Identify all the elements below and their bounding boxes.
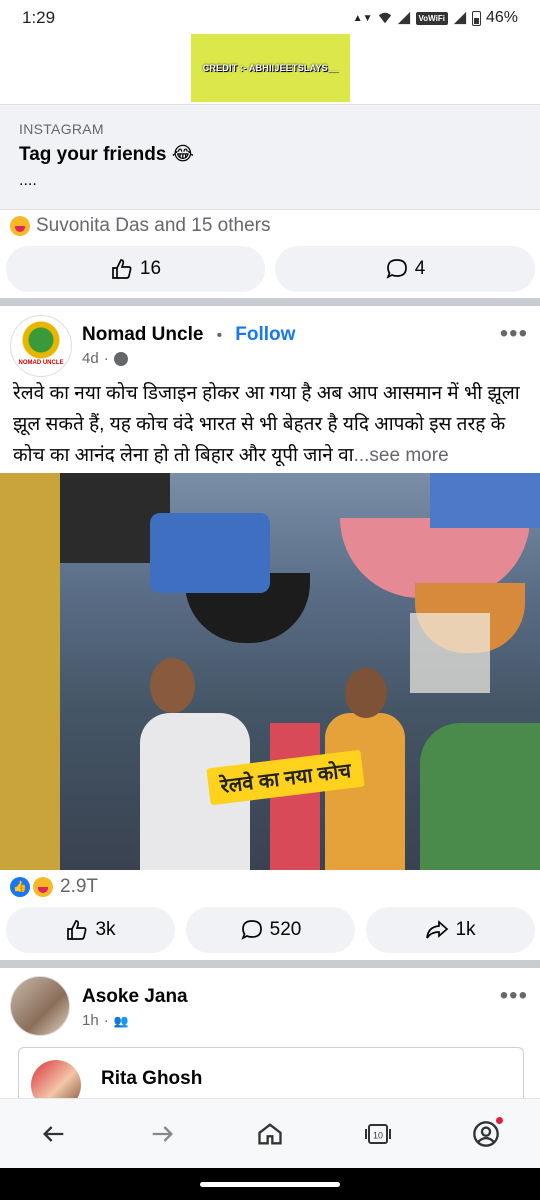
link-preview[interactable]: INSTAGRAM Tag your friends 😂 .... [0, 104, 540, 210]
more-options-icon[interactable]: ••• [500, 320, 528, 348]
follow-button[interactable]: Follow [235, 324, 295, 345]
globe-icon [113, 351, 128, 366]
post-divider [0, 298, 540, 306]
account-button[interactable] [461, 1109, 511, 1159]
photo-shape [420, 723, 540, 870]
home-button[interactable] [245, 1109, 295, 1159]
see-more-link[interactable]: ...see more [354, 445, 449, 466]
haha-reaction-icon [33, 877, 53, 897]
system-nav-bar [0, 1168, 540, 1200]
post-image-top[interactable]: CREDIT :- ABHIIJEETSLAYS__ [0, 34, 540, 104]
reaction-count: 2.9T [60, 876, 99, 897]
status-icons: ▲▼ VoWiFi 46% [353, 9, 518, 27]
thumbs-up-icon [112, 259, 132, 279]
home-icon [258, 1122, 282, 1144]
author-line: Nomad Uncle • Follow [82, 324, 295, 346]
forward-arrow-icon [152, 1125, 173, 1142]
haha-reaction-icon [10, 216, 30, 236]
credit-banner: CREDIT :- ABHIIJEETSLAYS__ [191, 34, 350, 102]
share-button[interactable]: 1k [366, 907, 535, 953]
like-count-2: 3k [95, 919, 116, 940]
battery-icon [471, 10, 481, 26]
wifi-icon [378, 12, 391, 24]
share-count: 1k [455, 919, 476, 940]
avatar[interactable]: NOMAD UNCLE [10, 315, 72, 377]
like-button[interactable]: 16 [6, 246, 265, 292]
photo-shape [325, 713, 405, 870]
notification-dot [496, 1116, 503, 1124]
vowifi-badge: VoWiFi [415, 11, 448, 25]
back-arrow-icon [43, 1125, 64, 1142]
data-arrows-icon: ▲▼ [352, 12, 373, 24]
battery-percent: 46% [485, 9, 518, 26]
comment-icon [241, 920, 262, 940]
reaction-summary[interactable]: Suvonita Das and 15 others [10, 212, 271, 240]
account-icon [473, 1120, 499, 1147]
photo-shape [430, 473, 540, 528]
link-description: .... [19, 172, 37, 189]
separator-dot: • [216, 327, 222, 344]
forward-button[interactable] [137, 1109, 187, 1159]
link-source: INSTAGRAM [19, 121, 104, 137]
post-meta: 4d · [82, 350, 128, 367]
avatar-label: NOMAD UNCLE [18, 360, 64, 366]
post-time-3[interactable]: 1h [82, 1012, 99, 1029]
back-button[interactable] [29, 1109, 79, 1159]
status-time: 1:29 [22, 8, 56, 27]
status-bar: 1:29 ▲▼ VoWiFi 46% [0, 0, 540, 36]
photo-shape [345, 668, 387, 718]
share-icon [426, 920, 449, 939]
tabs-button[interactable]: 10 [353, 1109, 403, 1159]
photo-shape [410, 613, 490, 693]
avatar[interactable] [10, 976, 70, 1036]
post-divider [0, 960, 540, 968]
photo-shape [150, 658, 195, 713]
comment-icon [386, 259, 407, 279]
comment-button[interactable]: 4 [275, 246, 535, 292]
post-meta-3: 1h · 👥 [82, 1012, 129, 1029]
comment-count: 4 [414, 258, 426, 279]
comment-count-2: 520 [269, 919, 302, 940]
like-count: 16 [139, 258, 162, 279]
author-name[interactable]: Nomad Uncle [82, 324, 203, 345]
friends-icon: 👥 [113, 1013, 129, 1028]
home-gesture-pill[interactable] [200, 1182, 340, 1187]
post-header: NOMAD UNCLE Nomad Uncle • Follow 4d · ••… [0, 312, 540, 382]
like-button-2[interactable]: 3k [6, 907, 175, 953]
signal-icon [397, 11, 410, 25]
shared-author-name[interactable]: Rita Ghosh [101, 1068, 202, 1090]
credit-text: CREDIT :- ABHIIJEETSLAYS__ [202, 63, 339, 73]
thumbs-up-icon [67, 920, 87, 940]
author-name-3[interactable]: Asoke Jana [82, 986, 188, 1008]
tabs-count: 10 [373, 1130, 383, 1140]
more-options-icon[interactable]: ••• [500, 982, 528, 1010]
bottom-nav: 10 [0, 1098, 540, 1168]
comment-button-2[interactable]: 520 [186, 907, 355, 953]
like-reaction-icon: 👍 [10, 877, 30, 897]
tabs-icon: 10 [365, 1123, 391, 1144]
post-photo[interactable]: रेलवे का नया कोच [0, 473, 540, 870]
photo-shape [150, 513, 270, 593]
reaction-text: Suvonita Das and 15 others [36, 215, 271, 236]
reaction-summary-2[interactable]: 👍 2.9T [10, 874, 98, 900]
post-text[interactable]: रेलवे का नया कोच डिजाइन होकर आ गया है अब… [13, 378, 533, 471]
link-title: Tag your friends 😂 [19, 144, 194, 165]
post-header-3: Asoke Jana 1h · 👥 ••• [0, 976, 540, 1046]
post-time[interactable]: 4d [82, 350, 99, 367]
photo-shape [0, 473, 60, 870]
signal-icon-2 [453, 11, 467, 25]
